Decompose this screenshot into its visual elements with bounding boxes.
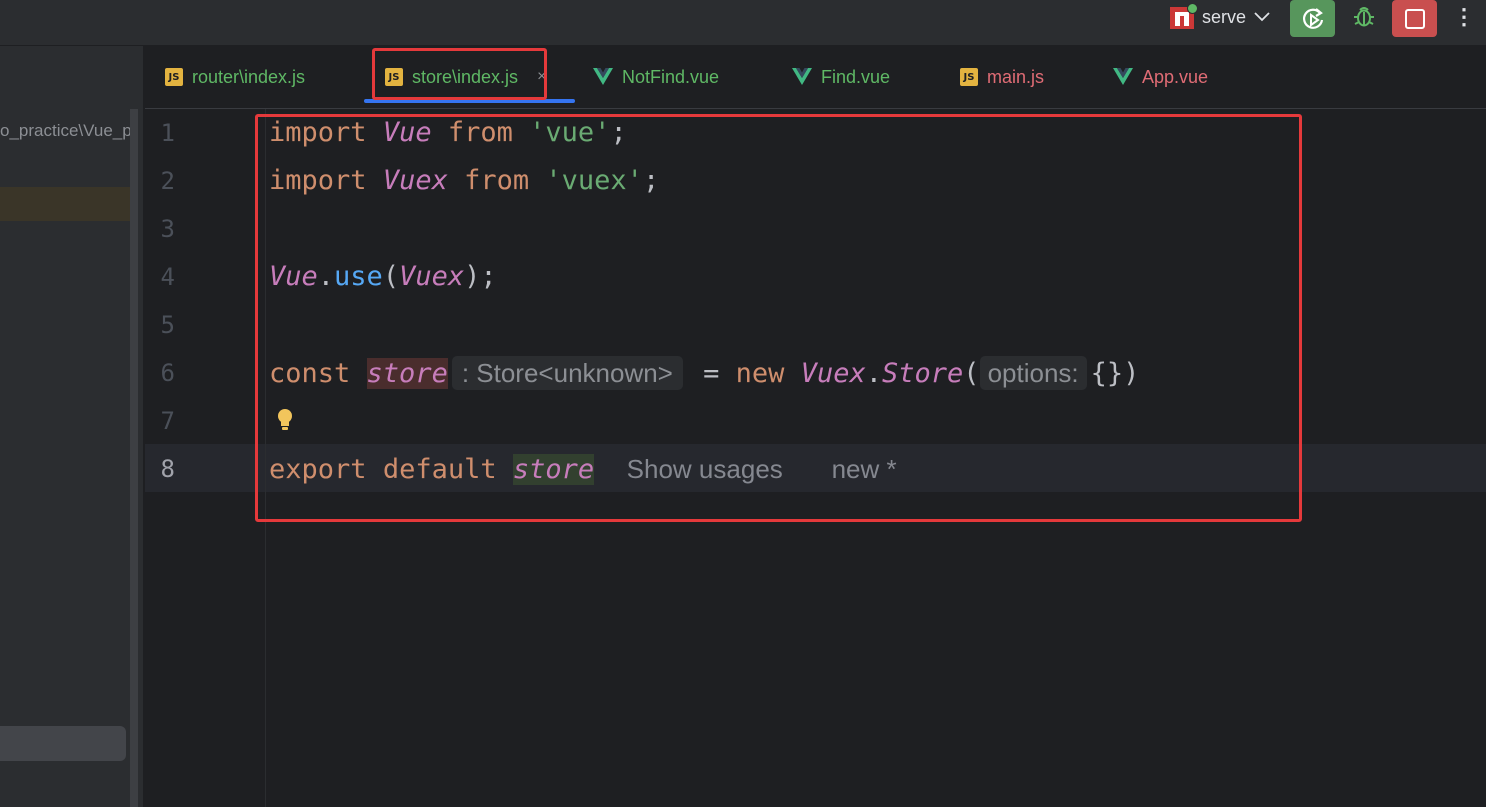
keyword: default bbox=[382, 454, 497, 485]
tab-label: router\index.js bbox=[192, 66, 306, 87]
main-toolbar: serve ⋮ bbox=[0, 0, 1486, 46]
variable-store-highlighted: store bbox=[366, 358, 448, 389]
debug-bug-icon bbox=[1354, 7, 1374, 27]
identifier: Vue bbox=[382, 117, 432, 148]
project-tool-window: o_practice\Vue_p bbox=[0, 46, 143, 807]
line-number[interactable]: 6 bbox=[145, 359, 175, 387]
npm-icon bbox=[1170, 3, 1198, 29]
operator: = bbox=[703, 358, 720, 389]
punctuation: ( bbox=[382, 261, 400, 292]
code-line-6[interactable]: const store: Store<unknown> = new Vuex.S… bbox=[269, 349, 1139, 397]
parameter-inlay-hint: options: bbox=[979, 356, 1087, 390]
gutter-separator bbox=[265, 109, 266, 807]
keyword: from bbox=[447, 117, 513, 148]
punctuation: ; bbox=[610, 117, 627, 148]
identifier: Vuex bbox=[800, 358, 866, 389]
js-file-icon: JS bbox=[165, 68, 183, 86]
debug-button[interactable] bbox=[1347, 0, 1381, 34]
identifier: Vuex bbox=[382, 165, 448, 196]
punctuation: . bbox=[317, 261, 335, 292]
js-file-icon: JS bbox=[960, 68, 978, 86]
punctuation: ( bbox=[963, 358, 980, 389]
selected-tree-item[interactable] bbox=[0, 187, 130, 221]
show-usages-hint[interactable]: Show usages bbox=[627, 454, 783, 484]
class-name: Store bbox=[882, 358, 964, 389]
punctuation: ; bbox=[642, 165, 660, 196]
sidebar-search-field[interactable] bbox=[0, 726, 126, 761]
tab-app-vue[interactable]: App.vue bbox=[1113, 46, 1208, 108]
lightbulb-icon[interactable] bbox=[276, 408, 294, 437]
keyword: import bbox=[269, 117, 367, 148]
vue-file-icon bbox=[1113, 68, 1133, 85]
tab-notfind-vue[interactable]: NotFind.vue bbox=[593, 46, 719, 108]
sidebar-scrollbar[interactable] bbox=[130, 109, 138, 807]
keyword: export bbox=[269, 454, 367, 485]
run-configuration-label: serve bbox=[1202, 6, 1247, 27]
editor-tab-bar: JS router\index.js JS store\index.js × N… bbox=[145, 46, 1486, 109]
rerun-button[interactable] bbox=[1290, 0, 1335, 37]
string-literal: 'vue' bbox=[529, 117, 611, 148]
project-root-path[interactable]: o_practice\Vue_p bbox=[0, 121, 130, 141]
tab-label: App.vue bbox=[1142, 66, 1209, 87]
line-number[interactable]: 2 bbox=[145, 167, 175, 195]
keyword: const bbox=[269, 358, 351, 389]
punctuation: ); bbox=[464, 261, 497, 292]
code-editor[interactable]: 1 2 3 4 5 6 7 8 import Vue from 'vue'; i… bbox=[145, 109, 1486, 807]
run-configuration-selector[interactable]: serve bbox=[1170, 3, 1270, 31]
tab-find-vue[interactable]: Find.vue bbox=[792, 46, 890, 108]
type-inlay-hint: : Store<unknown> bbox=[451, 356, 683, 390]
author-hint[interactable]: new * bbox=[832, 454, 897, 484]
stop-button[interactable] bbox=[1392, 0, 1437, 37]
code-line-4[interactable]: Vue.use(Vuex); bbox=[269, 253, 497, 301]
tab-main-js[interactable]: JS main.js bbox=[960, 46, 1044, 108]
code-line-8[interactable]: export default store Show usages new * bbox=[269, 445, 897, 493]
line-number[interactable]: 1 bbox=[145, 119, 175, 147]
keyword: import bbox=[269, 165, 367, 196]
rerun-icon bbox=[1302, 7, 1323, 29]
chevron-down-icon bbox=[1254, 9, 1270, 25]
vue-file-icon bbox=[593, 68, 613, 85]
more-vertical-icon[interactable]: ⋮ bbox=[1452, 2, 1476, 32]
tab-router-index-js[interactable]: JS router\index.js bbox=[165, 46, 305, 108]
line-number[interactable]: 4 bbox=[145, 263, 175, 291]
punctuation: . bbox=[865, 358, 883, 389]
keyword: from bbox=[464, 165, 530, 196]
tab-label: Find.vue bbox=[821, 66, 891, 87]
identifier: Vuex bbox=[399, 261, 465, 292]
line-number[interactable]: 3 bbox=[145, 215, 175, 243]
keyword: new bbox=[735, 358, 785, 389]
identifier: Vue bbox=[269, 261, 318, 292]
method-name: use bbox=[334, 261, 383, 292]
line-number[interactable]: 7 bbox=[145, 407, 175, 435]
string-literal: 'vuex' bbox=[545, 165, 643, 196]
line-number[interactable]: 5 bbox=[145, 311, 175, 339]
punctuation: {}) bbox=[1090, 358, 1140, 389]
vue-file-icon bbox=[792, 68, 812, 85]
variable-store-usage: store bbox=[512, 454, 595, 485]
line-number-current[interactable]: 8 bbox=[145, 455, 175, 483]
stop-icon bbox=[1404, 8, 1425, 29]
annotation-highlight-tab bbox=[372, 48, 547, 100]
tab-label: NotFind.vue bbox=[622, 66, 720, 87]
code-line-2[interactable]: import Vuex from 'vuex'; bbox=[269, 157, 659, 205]
tab-label: main.js bbox=[987, 66, 1045, 87]
code-line-1[interactable]: import Vue from 'vue'; bbox=[269, 109, 627, 157]
